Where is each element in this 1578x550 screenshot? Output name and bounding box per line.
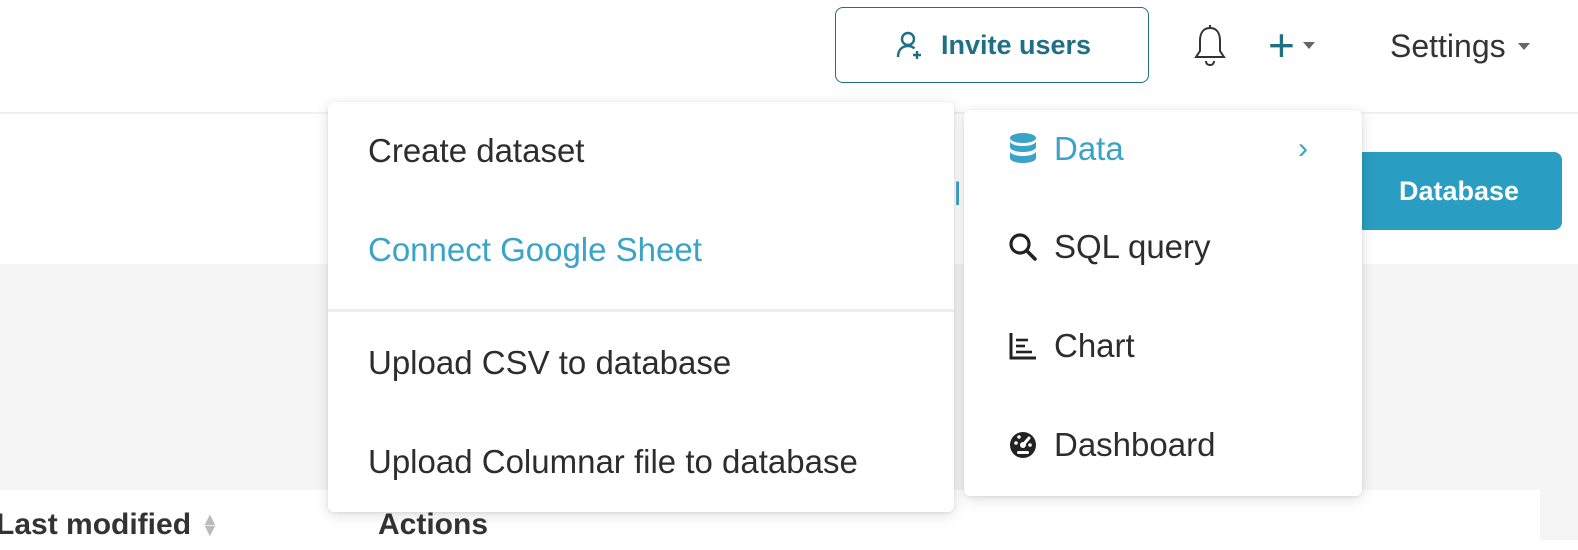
menu-item-sql-query[interactable]: SQL query [1006, 228, 1211, 266]
menu-item-create-dataset[interactable]: Create dataset [368, 132, 584, 170]
search-icon [1006, 230, 1040, 264]
dashboard-icon [1006, 428, 1040, 462]
add-database-button[interactable]: Database [1356, 152, 1562, 230]
menu-item-connect-google-sheet[interactable]: Connect Google Sheet [368, 231, 702, 269]
menu-item-data-label: Data [1054, 130, 1124, 167]
invite-users-button[interactable]: Invite users [835, 7, 1149, 83]
menu-divider [328, 309, 954, 312]
chevron-down-icon [1302, 41, 1315, 49]
menu-item-dashboard[interactable]: Dashboard [1006, 426, 1215, 464]
menu-item-upload-csv[interactable]: Upload CSV to database [368, 344, 731, 382]
chevron-down-icon [1517, 42, 1530, 50]
user-plus-icon [893, 28, 927, 62]
menu-item-chart-label: Chart [1054, 327, 1135, 364]
sort-icon: ▲ ▼ [201, 509, 219, 540]
menu-item-dashboard-label: Dashboard [1054, 426, 1216, 463]
menu-item-data[interactable]: Data [1006, 130, 1124, 168]
settings-label: Settings [1390, 27, 1506, 64]
menu-item-upload-columnar[interactable]: Upload Columnar file to database [368, 443, 858, 481]
bell-icon[interactable] [1192, 24, 1228, 68]
column-header-actions: Actions [378, 508, 489, 541]
database-icon [1006, 132, 1040, 166]
new-menu-button[interactable]: + [1268, 20, 1315, 70]
chevron-right-icon: › [1298, 132, 1308, 165]
invite-users-label: Invite users [940, 29, 1092, 60]
chart-icon [1006, 329, 1040, 363]
new-menu: Data › SQL query Chart Dashboard [964, 110, 1362, 496]
plus-icon: + [1268, 19, 1295, 71]
settings-menu-button[interactable]: Settings [1390, 22, 1530, 70]
data-submenu: Create dataset Connect Google Sheet Uplo… [328, 102, 954, 512]
top-header: Invite users + Settings [0, 0, 1578, 114]
partial-text: l [954, 176, 962, 212]
column-header-last-modified[interactable]: Last modified ▲ ▼ [0, 508, 219, 542]
menu-item-sql-query-label: SQL query [1054, 228, 1211, 265]
menu-item-chart[interactable]: Chart [1006, 327, 1135, 365]
